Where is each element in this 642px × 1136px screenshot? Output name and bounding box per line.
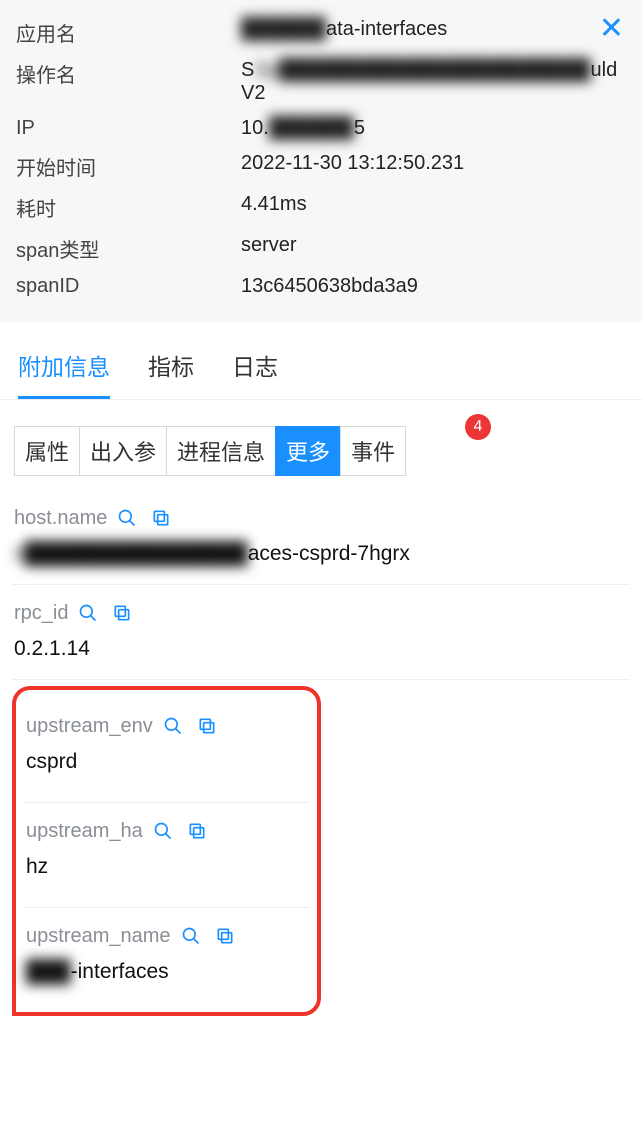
attr-value: ███-interfaces xyxy=(26,960,307,992)
header-row-duration: 耗时 4.41ms xyxy=(16,187,626,228)
attr-key: host.name xyxy=(14,507,107,530)
redacted-text: ███ xyxy=(26,960,71,984)
value-text: ata-interfaces xyxy=(326,18,447,40)
copy-icon xyxy=(151,508,171,528)
search-icon xyxy=(117,508,137,528)
events-badge: 4 xyxy=(465,414,491,440)
attr-item-hostname: host.name s███████████████aces-csprd-7hg… xyxy=(12,490,630,585)
attr-value: csprd xyxy=(26,750,307,782)
header-label: span类型 xyxy=(16,234,241,263)
attr-key: upstream_ha xyxy=(26,820,143,843)
value-text: -interfaces xyxy=(71,960,169,983)
seg-process[interactable]: 进程信息 xyxy=(166,426,276,476)
header-label: 开始时间 xyxy=(16,152,241,181)
close-button[interactable]: ✕ xyxy=(599,14,624,44)
attr-item-upstream-ha: upstream_ha hz xyxy=(24,803,309,908)
search-button[interactable] xyxy=(149,817,177,845)
attr-value: s███████████████aces-csprd-7hgrx xyxy=(14,542,628,574)
header-row-spantype: span类型 server xyxy=(16,228,626,269)
header-label: spanID xyxy=(16,275,241,298)
search-button[interactable] xyxy=(177,922,205,950)
header-value: ██████ata-interfaces xyxy=(241,18,626,41)
copy-button[interactable] xyxy=(211,922,239,950)
copy-icon xyxy=(187,821,207,841)
seg-attributes[interactable]: 属性 xyxy=(14,426,80,476)
seg-params[interactable]: 出入参 xyxy=(79,426,167,476)
attr-key: upstream_env xyxy=(26,715,153,738)
primary-tabs: 附加信息 指标 日志 xyxy=(0,322,642,400)
header-label: 操作名 xyxy=(16,59,241,88)
attr-value: hz xyxy=(26,855,307,887)
search-icon xyxy=(181,926,201,946)
value-text: 10. xyxy=(241,117,269,139)
copy-icon xyxy=(197,716,217,736)
value-text: 5 xyxy=(354,117,365,139)
header-label: IP xyxy=(16,117,241,140)
redacted-text: ██████ xyxy=(269,117,354,140)
attr-key-row: host.name xyxy=(14,504,628,532)
search-button[interactable] xyxy=(113,504,141,532)
value-text: S xyxy=(241,59,254,81)
header-row-starttime: 开始时间 2022-11-30 13:12:50.231 xyxy=(16,146,626,187)
tab-logs[interactable]: 日志 xyxy=(232,348,278,399)
copy-button[interactable] xyxy=(183,817,211,845)
attr-item-upstream-name: upstream_name ███-interfaces xyxy=(24,908,309,1012)
tab-metrics[interactable]: 指标 xyxy=(148,348,194,399)
segment-tabs: 属性 出入参 进程信息 更多 事件 4 xyxy=(0,400,642,490)
header-row-spanid: spanID 13c6450638bda3a9 xyxy=(16,269,626,304)
redacted-text: Sp██████████████████████ xyxy=(254,59,590,82)
seg-more[interactable]: 更多 xyxy=(275,426,341,476)
attr-item-upstream-env: upstream_env csprd xyxy=(24,698,309,803)
attr-item-rpcid: rpc_id 0.2.1.14 xyxy=(12,585,630,680)
header-row-app: 应用名 ██████ata-interfaces xyxy=(16,12,626,53)
search-button[interactable] xyxy=(159,712,187,740)
header-row-ip: IP 10.██████5 xyxy=(16,111,626,146)
search-icon xyxy=(163,716,183,736)
header-value: 10.██████5 xyxy=(241,117,626,140)
search-icon xyxy=(153,821,173,841)
copy-button[interactable] xyxy=(147,504,175,532)
redacted-text: s███████████████ xyxy=(14,542,248,566)
attr-key-row: upstream_ha xyxy=(26,817,307,845)
attr-key-row: upstream_name xyxy=(26,922,307,950)
copy-icon xyxy=(215,926,235,946)
value-text: aces-csprd-7hgrx xyxy=(248,542,410,565)
attr-key-row: upstream_env xyxy=(26,712,307,740)
seg-events[interactable]: 事件 xyxy=(340,426,406,476)
search-button[interactable] xyxy=(74,599,102,627)
copy-icon xyxy=(112,603,132,623)
attribute-list: host.name s███████████████aces-csprd-7hg… xyxy=(0,490,642,1016)
copy-button[interactable] xyxy=(108,599,136,627)
header-value: 2022-11-30 13:12:50.231 xyxy=(241,152,626,175)
header-value: SSp██████████████████████uldV2 xyxy=(241,59,626,105)
header-label: 耗时 xyxy=(16,193,241,222)
header-value: 4.41ms xyxy=(241,193,626,216)
detail-header: ✕ 应用名 ██████ata-interfaces 操作名 SSp██████… xyxy=(0,0,642,322)
highlight-box: upstream_env csprd upstream_ha h xyxy=(12,686,321,1016)
header-value: server xyxy=(241,234,626,257)
tab-extra-info[interactable]: 附加信息 xyxy=(18,348,110,399)
attr-key: upstream_name xyxy=(26,925,171,948)
attr-key-row: rpc_id xyxy=(14,599,628,627)
close-icon: ✕ xyxy=(599,12,624,45)
copy-button[interactable] xyxy=(193,712,221,740)
header-value: 13c6450638bda3a9 xyxy=(241,275,626,298)
search-icon xyxy=(78,603,98,623)
redacted-text: ██████ xyxy=(241,18,326,41)
header-row-op: 操作名 SSp██████████████████████uldV2 xyxy=(16,53,626,111)
header-label: 应用名 xyxy=(16,18,241,47)
attr-value: 0.2.1.14 xyxy=(14,637,628,669)
attr-key: rpc_id xyxy=(14,602,68,625)
